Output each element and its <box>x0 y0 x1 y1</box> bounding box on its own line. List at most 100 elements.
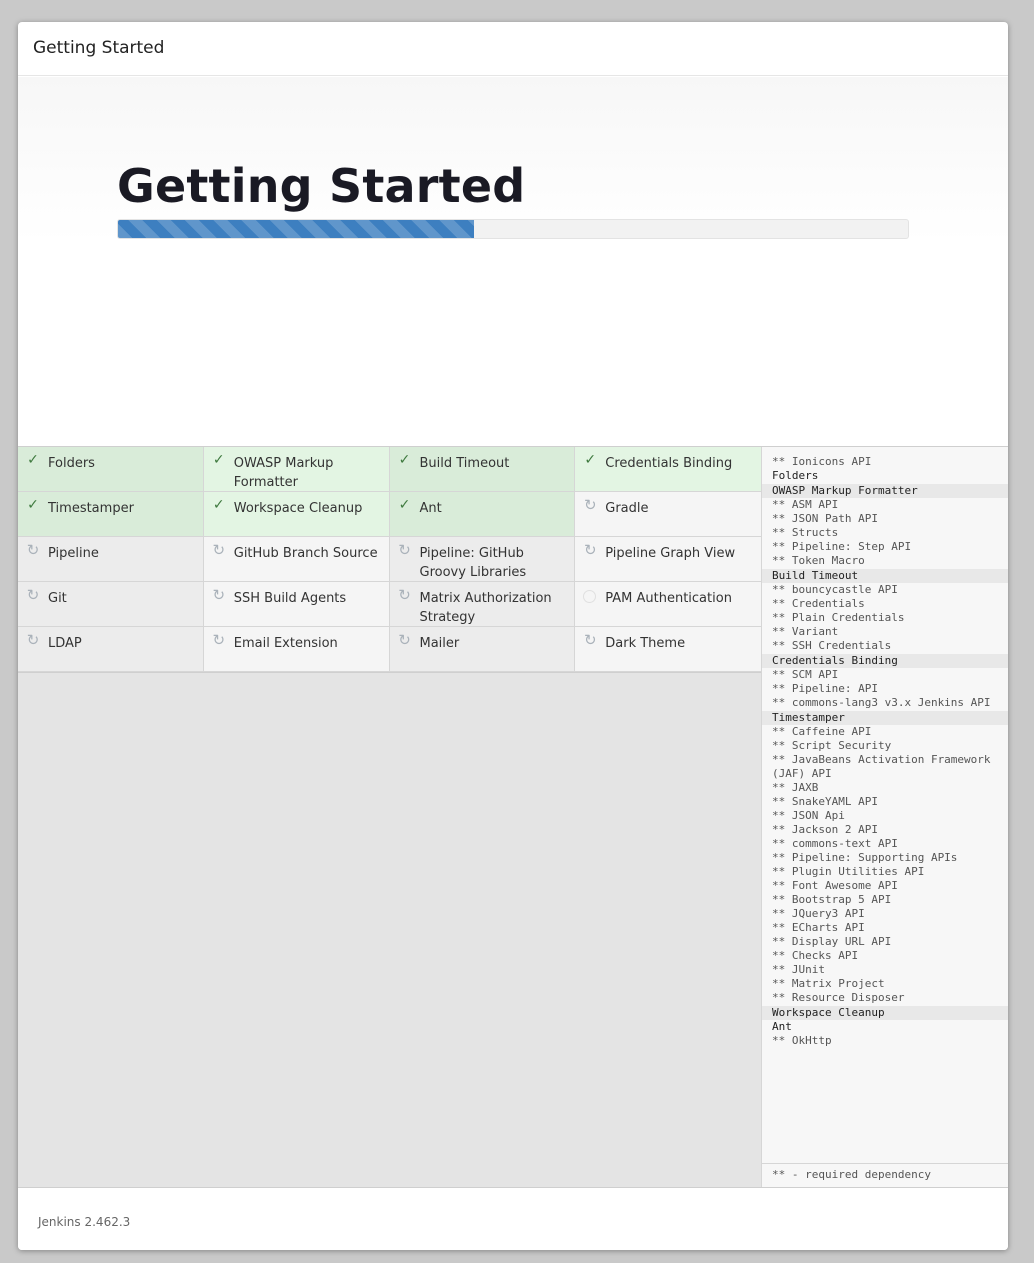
progress-hero: Getting Started <box>18 77 1008 447</box>
log-dependency-line: ** Jackson 2 API <box>772 823 878 836</box>
refresh-icon: ↻ <box>212 541 226 559</box>
log-dependency-line: ** ASM API <box>772 498 839 511</box>
check-icon: ✓ <box>584 452 597 468</box>
log-dependency-line: ** JSON Path API <box>772 512 878 525</box>
log-plugin-line: Build Timeout <box>762 569 1008 583</box>
plugin-name: Pipeline <box>48 546 99 561</box>
plugin-cell: ✓ Build Timeout <box>389 447 576 492</box>
log-plugin-line: Credentials Binding <box>762 654 1008 668</box>
log-dependency-line: ** commons-lang3 v3.x Jenkins API <box>772 696 991 709</box>
log-dependency-line: ** Token Macro <box>772 554 865 567</box>
log-dependency-line: ** Plain Credentials <box>772 611 905 624</box>
jenkins-version: Jenkins 2.462.3 <box>38 1215 131 1229</box>
install-log-lines: ** Ionicons API Folders OWASP Markup Forma… <box>762 447 1008 1048</box>
plugin-name: Matrix Authorization Strategy <box>419 591 552 625</box>
refresh-icon: ↻ <box>26 631 40 649</box>
log-dependency-line: ** Variant <box>772 625 839 638</box>
plugin-name: Folders <box>48 456 95 471</box>
plugin-cell: ↻ GitHub Branch Source <box>203 537 390 582</box>
log-dependency-line: ** Credentials <box>772 597 865 610</box>
log-dependency-line: ** Checks API <box>772 949 859 962</box>
log-plugin-line: Ant <box>772 1020 792 1033</box>
plugin-name: Timestamper <box>48 501 134 516</box>
refresh-icon: ↻ <box>212 631 226 649</box>
plugin-cell: ↻ Mailer <box>389 627 576 672</box>
plugin-grid-area: ✓ Folders ✓ OWASP Markup Formatter ✓ Build Ti… <box>18 447 761 1187</box>
log-dependency-line: ** Structs <box>772 526 839 539</box>
log-dependency-line: ** SCM API <box>772 668 839 681</box>
plugin-name: Pipeline: GitHub Groovy Libraries <box>419 546 527 580</box>
check-icon: ✓ <box>398 452 411 468</box>
plugin-cell: ↻ Dark Theme <box>575 627 761 672</box>
log-dependency-line: ** OkHttp <box>772 1034 832 1047</box>
refresh-icon: ↻ <box>26 541 40 559</box>
plugin-cell: ↻ Git <box>18 582 204 627</box>
install-content: ✓ Folders ✓ OWASP Markup Formatter ✓ Build Ti… <box>18 447 1008 1188</box>
plugin-cell: ↻ Pipeline: GitHub Groovy Libraries <box>389 537 576 582</box>
plugin-name: Workspace Cleanup <box>233 501 363 516</box>
log-plugin-line: OWASP Markup Formatter <box>762 484 1008 498</box>
log-dependency-line: ** bouncycastle API <box>772 583 898 596</box>
plugin-cell: ✓ Timestamper <box>18 492 204 537</box>
dialog-footer: Jenkins 2.462.3 <box>18 1188 1008 1250</box>
log-dependency-line: ** ECharts API <box>772 921 865 934</box>
install-progress-fill <box>118 220 474 238</box>
plugin-name: Pipeline Graph View <box>605 546 736 561</box>
log-plugin-line: Timestamper <box>762 711 1008 725</box>
refresh-icon: ↻ <box>583 541 597 559</box>
plugin-cell: ↻ LDAP <box>18 627 204 672</box>
refresh-icon: ↻ <box>398 541 411 559</box>
dialog-header-title: Getting Started <box>33 38 165 58</box>
refresh-icon: ↻ <box>398 631 411 649</box>
install-progress-bar <box>117 219 909 239</box>
install-log-panel[interactable]: ** Ionicons API Folders OWASP Markup Forma… <box>761 447 1008 1187</box>
plugin-name: Git <box>48 591 67 606</box>
check-icon: ✓ <box>27 452 39 468</box>
refresh-icon: ↻ <box>583 496 597 514</box>
plugin-cell: ✓ Ant <box>389 492 576 537</box>
plugin-cell: PAM Authentication <box>575 582 761 627</box>
dialog-header: Getting Started <box>18 22 1008 76</box>
plugin-cell: ↻ Email Extension <box>203 627 390 672</box>
refresh-icon: ↻ <box>398 586 411 604</box>
plugin-cell: ✓ Credentials Binding <box>575 447 761 492</box>
plugin-name: Ant <box>419 501 442 516</box>
log-dependency-line: ** Script Security <box>772 739 892 752</box>
log-dependency-line: ** JQuery3 API <box>772 907 865 920</box>
circle-icon <box>583 590 597 603</box>
plugin-cell: ↻ Pipeline Graph View <box>575 537 761 582</box>
setup-wizard-dialog: Getting Started Getting Started ✓ Folders… <box>18 22 1008 1250</box>
log-legend: ** - required dependency <box>762 1163 1008 1187</box>
plugin-cell: ↻ Gradle <box>575 492 761 537</box>
log-dependency-line: ** Plugin Utilities API <box>772 865 925 878</box>
plugin-cell: ↻ Pipeline <box>18 537 204 582</box>
refresh-icon: ↻ <box>583 631 597 649</box>
plugin-name: Build Timeout <box>419 456 510 471</box>
plugin-name: Dark Theme <box>605 636 686 651</box>
log-dependency-line: ** Pipeline: Step API <box>772 540 912 553</box>
plugin-name: LDAP <box>48 636 82 651</box>
check-icon: ✓ <box>212 497 225 513</box>
refresh-icon: ↻ <box>26 586 40 604</box>
log-dependency-line: ** JUnit <box>772 963 825 976</box>
log-dependency-line: ** SSH Credentials <box>772 639 892 652</box>
plugin-name: PAM Authentication <box>605 591 732 606</box>
log-dependency-line: ** JavaBeans Activation Framework (JAF) … <box>772 753 991 780</box>
plugin-name: Email Extension <box>233 636 338 651</box>
log-plugin-line: Folders <box>772 469 819 482</box>
log-dependency-line: ** SnakeYAML API <box>772 795 878 808</box>
plugin-cell: ✓ Folders <box>18 447 204 492</box>
log-dependency-line: ** Bootstrap 5 API <box>772 893 892 906</box>
plugin-cell: ✓ OWASP Markup Formatter <box>203 447 390 492</box>
refresh-icon: ↻ <box>212 586 226 604</box>
log-dependency-line: ** commons-text API <box>772 837 898 850</box>
log-plugin-line: Workspace Cleanup <box>762 1006 1008 1020</box>
plugin-cell: ↻ Matrix Authorization Strategy <box>389 582 576 627</box>
plugin-name: Credentials Binding <box>605 456 733 471</box>
check-icon: ✓ <box>212 452 225 468</box>
log-dependency-line: ** Matrix Project <box>772 977 885 990</box>
log-dependency-line: ** Font Awesome API <box>772 879 898 892</box>
log-dependency-line: ** JSON Api <box>772 809 845 822</box>
plugin-cell: ↻ SSH Build Agents <box>203 582 390 627</box>
plugin-name: Mailer <box>419 636 460 651</box>
